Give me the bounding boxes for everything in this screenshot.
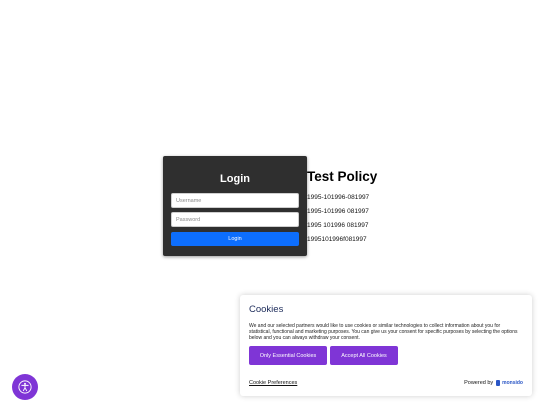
accessibility-button[interactable] (12, 374, 38, 400)
powered-by: Powered by monsido (464, 380, 523, 386)
username-input[interactable] (171, 193, 299, 208)
monsido-logo-icon (496, 380, 501, 386)
cookie-text: We and our selected partners would like … (249, 323, 518, 341)
policy-line: 1995101996f081997 (307, 236, 367, 243)
accessibility-icon (18, 380, 32, 394)
login-button[interactable]: Login (171, 232, 299, 246)
password-input[interactable] (171, 212, 299, 227)
only-essential-cookies-button[interactable]: Only Essential Cookies (249, 346, 327, 365)
cookie-title: Cookies (249, 304, 284, 315)
cookie-buttons: Only Essential Cookies Accept All Cookie… (249, 346, 523, 365)
login-title: Login (220, 173, 250, 185)
policy-lines: 1995-101996-081997 1995-101996 081997 19… (307, 194, 369, 250)
monsido-brand: monsido (502, 380, 523, 386)
monsido-logo[interactable]: monsido (496, 380, 523, 386)
powered-by-label: Powered by (464, 380, 494, 386)
cookie-banner: Cookies We and our selected partners wou… (240, 295, 532, 396)
policy-line: 1995 101996 081997 (307, 222, 369, 229)
policy-line: 1995-101996 081997 (307, 208, 369, 215)
cookie-preferences-link[interactable]: Cookie Preferences (249, 380, 297, 386)
policy-title: Test Policy (307, 169, 378, 184)
page: Login Login Test Policy 1995-101996-0819… (0, 0, 540, 405)
cookie-footer: Cookie Preferences Powered by monsido (249, 379, 523, 387)
policy-line: 1995-101996-081997 (307, 194, 370, 201)
login-card: Login Login (163, 156, 307, 256)
accept-all-cookies-button[interactable]: Accept All Cookies (330, 346, 398, 365)
